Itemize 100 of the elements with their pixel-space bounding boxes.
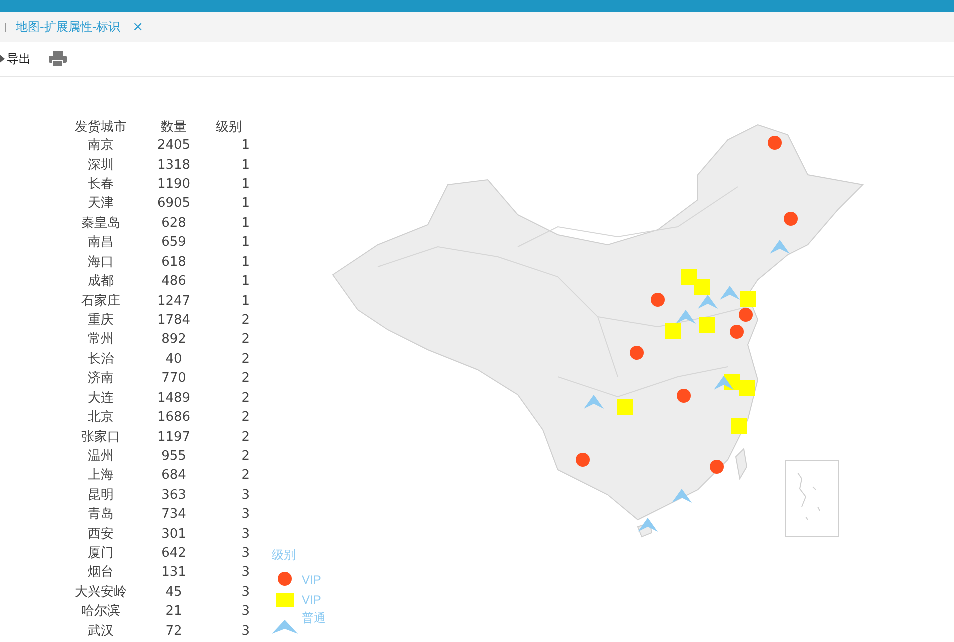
table-cell-text: 1 <box>240 195 250 214</box>
table-cell-text: 长治 <box>87 350 115 369</box>
table-cell-text: 秦皇岛 <box>80 214 122 233</box>
table-cell-text: 659 <box>160 234 188 252</box>
table-cell-text: 2 <box>240 370 250 388</box>
table-cell-text: 3 <box>240 622 250 641</box>
table-cell-text: 628 <box>160 214 188 233</box>
table-cell-text: 石家庄 <box>80 292 122 311</box>
table-cell-text: 3 <box>240 506 250 524</box>
table-cell-text: 1 <box>240 214 250 233</box>
map-marker[interactable] <box>714 376 734 390</box>
map-marker[interactable] <box>665 323 681 339</box>
table-cell-text: 363 <box>160 486 188 505</box>
table-cell-text: 770 <box>160 370 188 388</box>
close-button[interactable]: × <box>132 20 144 34</box>
map-marker[interactable] <box>584 395 604 409</box>
column-header: 数量 <box>160 118 188 136</box>
table-cell-text: 131 <box>160 564 188 582</box>
table-cell-text: 1318 <box>156 156 192 175</box>
table-cell-text: 张家口 <box>80 428 122 447</box>
table-cell-text: 2 <box>240 350 250 369</box>
table-cell-text: 天津 <box>87 195 115 214</box>
table-cell-text: 1 <box>240 292 250 311</box>
table-cell-text: 2 <box>240 312 250 330</box>
report-tab[interactable]: 地图-扩展属性-标识 × <box>16 18 144 36</box>
legend-label[interactable]: 普通 <box>300 610 328 626</box>
table-cell-text: 618 <box>160 254 188 272</box>
map-marker[interactable] <box>694 279 710 295</box>
table-cell-text: 1247 <box>156 292 192 311</box>
island-shape <box>735 448 748 480</box>
table-cell-text: 2 <box>240 448 250 466</box>
table-cell-text: 6905 <box>156 195 192 214</box>
table-cell-text: 3 <box>240 564 250 582</box>
table-cell-text: 642 <box>160 545 188 564</box>
table-cell-text: 21 <box>164 603 184 622</box>
column-header: 发货城市 <box>74 118 128 136</box>
table-cell-text: 734 <box>160 506 188 524</box>
table-cell-text: 常州 <box>87 331 115 350</box>
map-marker[interactable] <box>672 489 692 503</box>
table-cell-text: 青岛 <box>87 506 115 524</box>
table-cell-text: 哈尔滨 <box>80 603 122 622</box>
table-cell-text: 45 <box>164 584 184 602</box>
table-cell-text: 1 <box>240 176 250 194</box>
table-cell-text: 2 <box>240 467 250 486</box>
table-cell-text: 1190 <box>156 176 192 194</box>
table-cell-text: 486 <box>160 273 188 292</box>
table-cell-text: 1 <box>240 156 250 175</box>
table-cell-text: 3 <box>240 486 250 505</box>
table-cell-text: 2 <box>240 331 250 350</box>
table-cell-text: 684 <box>160 467 188 486</box>
table-cell-text: 1784 <box>156 312 192 330</box>
map-marker[interactable] <box>740 291 756 307</box>
table-cell-text: 72 <box>164 622 184 641</box>
table-cell-text: 1 <box>240 234 250 252</box>
table-cell-text: 武汉 <box>87 622 115 641</box>
print-icon[interactable] <box>49 51 67 67</box>
table-cell-text: 昆明 <box>87 486 115 505</box>
table-cell-text: 1686 <box>156 409 192 428</box>
table-cell-text: 2 <box>240 409 250 428</box>
table-cell-text: 长春 <box>87 176 115 194</box>
map-marker[interactable] <box>676 310 696 324</box>
table-cell-text: 厦门 <box>87 545 115 564</box>
table-cell-text: 3 <box>240 526 250 544</box>
table-cell-text: 1 <box>240 273 250 292</box>
map-marker[interactable] <box>698 295 718 309</box>
table-cell-text: 济南 <box>87 370 115 388</box>
table-cell-text: 深圳 <box>87 156 115 175</box>
table-cell-text: 1 <box>240 137 250 156</box>
map-marker[interactable] <box>617 399 633 415</box>
map-marker[interactable] <box>699 317 715 333</box>
map-marker[interactable] <box>739 380 755 396</box>
table-cell-text: 烟台 <box>87 564 115 582</box>
column-header: 级别 <box>215 118 243 136</box>
map-marker[interactable] <box>638 518 658 532</box>
table-cell-text: 北京 <box>87 409 115 428</box>
table-cell-text: 3 <box>240 545 250 564</box>
table-cell-text: 301 <box>160 526 188 544</box>
table-cell-text: 2 <box>240 390 250 408</box>
table-cell-text: 重庆 <box>87 312 115 330</box>
table-cell-text: 大兴安岭 <box>74 584 128 602</box>
table-cell-text: 大连 <box>87 390 115 408</box>
table-cell-text: 2405 <box>156 137 192 156</box>
table-cell-text: 1489 <box>156 390 192 408</box>
table-cell-text: 南昌 <box>87 234 115 252</box>
export-button[interactable]: 导出 <box>0 50 31 68</box>
table-cell-text: 2 <box>240 428 250 447</box>
legend-label[interactable]: VIP <box>300 592 320 608</box>
table-cell-text: 40 <box>164 350 184 369</box>
map-marker[interactable] <box>720 286 740 300</box>
table-cell-text: 上海 <box>87 467 115 486</box>
table-cell-text: 成都 <box>87 273 115 292</box>
map-marker[interactable] <box>681 269 697 285</box>
map-marker[interactable] <box>731 418 747 434</box>
table-cell-text: 西安 <box>87 526 115 544</box>
table-cell-text: 温州 <box>87 448 115 466</box>
play-icon <box>0 54 5 64</box>
table-cell-text: 1197 <box>156 428 192 447</box>
table-cell-text: 3 <box>240 584 250 602</box>
legend-title: 级别 <box>272 547 297 564</box>
map-marker[interactable] <box>770 240 790 254</box>
